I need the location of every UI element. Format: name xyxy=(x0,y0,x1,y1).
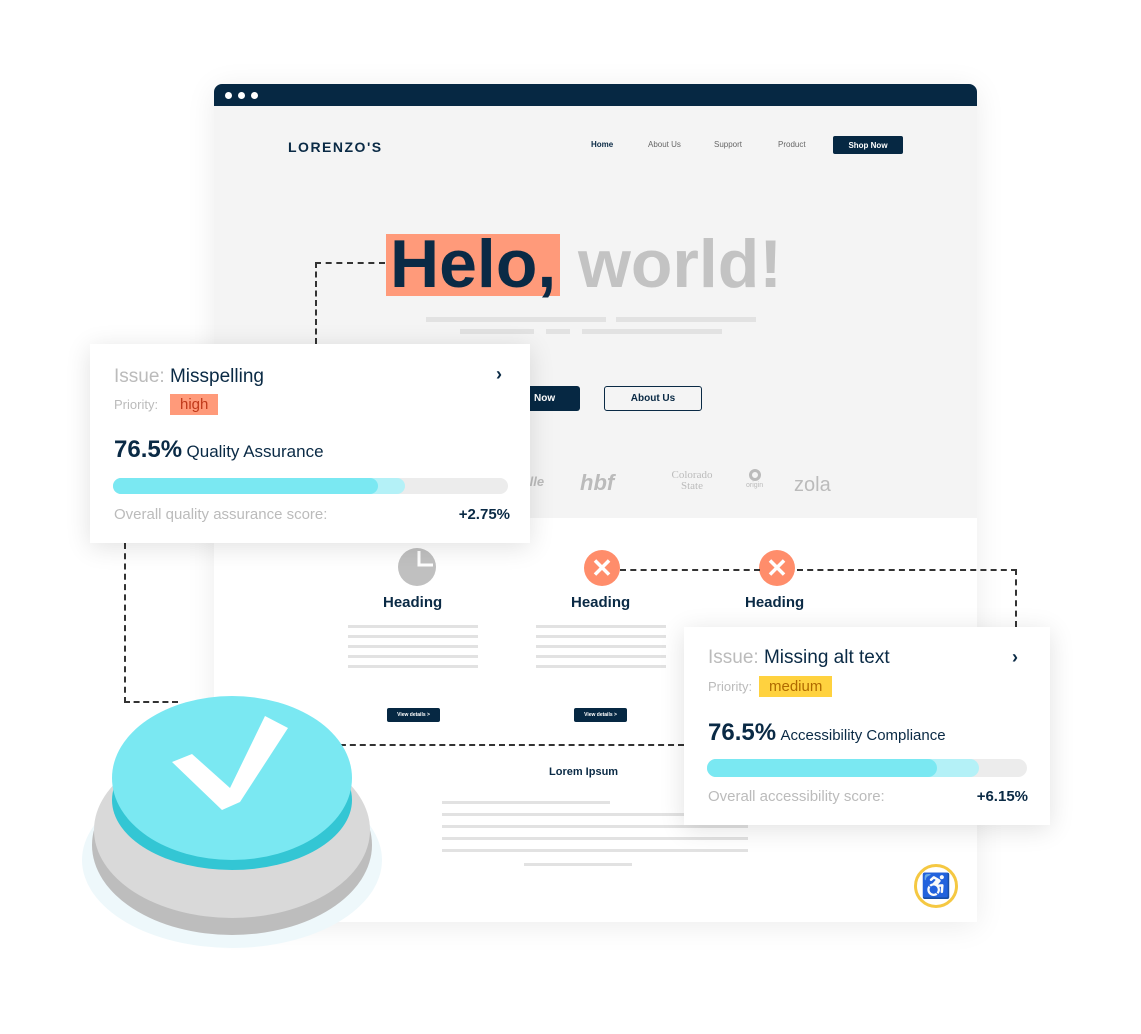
error-x-icon: ✕ xyxy=(759,550,795,586)
origin-logo-icon xyxy=(749,469,761,481)
chevron-right-icon[interactable]: › xyxy=(1012,647,1018,668)
issue-card-misspelling[interactable]: Issue: Misspelling › Priority: high 76.5… xyxy=(90,344,530,543)
hero-title-rest: world! xyxy=(578,226,782,302)
progress-bar xyxy=(707,759,1027,777)
priority-label: Priority: xyxy=(114,397,159,412)
view-details-button[interactable]: View details > xyxy=(387,708,440,722)
site-logo: LORENZO'S xyxy=(288,139,383,155)
check-button-icon[interactable] xyxy=(80,660,390,955)
chevron-right-icon[interactable]: › xyxy=(496,364,502,385)
nav-support[interactable]: Support xyxy=(714,140,742,149)
overall-score-label: Overall accessibility score: xyxy=(708,788,885,805)
nav-about[interactable]: About Us xyxy=(648,140,681,149)
issue-card-missing-alt-text[interactable]: Issue: Missing alt text › Priority: medi… xyxy=(684,627,1050,825)
score-value: 76.5% xyxy=(708,719,777,746)
score-delta: +6.15% xyxy=(976,788,1028,805)
score-delta: +2.75% xyxy=(458,506,510,523)
window-dot xyxy=(238,92,245,99)
browser-titlebar xyxy=(214,84,977,106)
priority-label: Priority: xyxy=(708,679,753,694)
feature-heading: Heading xyxy=(745,594,805,611)
window-dot xyxy=(225,92,232,99)
window-dot xyxy=(251,92,258,99)
error-x-icon: ✕ xyxy=(584,550,620,586)
brand-logo: Colorado State xyxy=(671,469,713,492)
overall-score-label: Overall quality assurance score: xyxy=(114,506,328,523)
misspelled-word-highlight: Helo, xyxy=(386,230,561,298)
shop-now-button[interactable]: Shop Now xyxy=(833,136,903,154)
brand-logo: zola xyxy=(794,474,831,496)
score-label: Quality Assurance xyxy=(186,442,324,461)
pie-chart-icon xyxy=(398,548,436,591)
issue-label: Issue: xyxy=(708,647,759,668)
issue-label: Issue: xyxy=(114,366,165,387)
brand-logo: hbf xyxy=(580,470,615,495)
brand-logo: origin xyxy=(746,482,764,489)
issue-name: Missing alt text xyxy=(763,647,890,668)
feature-heading: Heading xyxy=(571,594,631,611)
accessibility-icon[interactable]: ♿ xyxy=(914,864,958,908)
progress-bar xyxy=(113,478,508,494)
about-us-cta[interactable]: About Us xyxy=(604,386,702,411)
score-label: Accessibility Compliance xyxy=(780,727,946,744)
feature-heading: Heading xyxy=(383,594,443,611)
section-title: Lorem Ipsum xyxy=(549,766,619,778)
priority-badge: high xyxy=(170,394,219,415)
issue-name: Misspelling xyxy=(169,366,264,387)
score-value: 76.5% xyxy=(114,436,183,463)
view-details-button[interactable]: View details > xyxy=(574,708,627,722)
nav-product[interactable]: Product xyxy=(778,140,806,149)
priority-badge: medium xyxy=(759,676,833,697)
nav-home[interactable]: Home xyxy=(591,140,613,149)
